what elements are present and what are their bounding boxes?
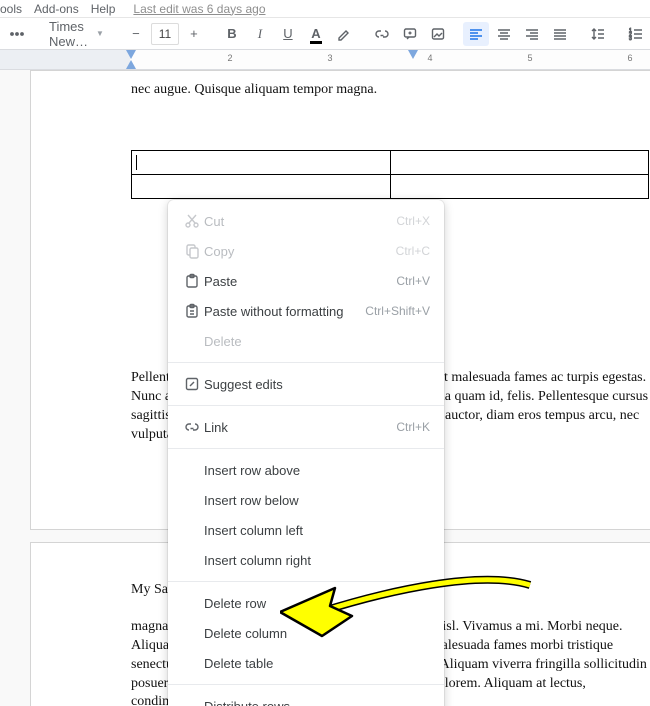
ctx-delete-row[interactable]: Delete row [168,588,444,618]
ctx-delete-column[interactable]: Delete column [168,618,444,648]
menu-bar: ools Add-ons Help Last edit was 6 days a… [0,0,650,18]
table-cell[interactable] [132,174,391,198]
align-right-button[interactable] [519,22,545,46]
ctx-delete: Delete [168,326,444,356]
more-button[interactable] [4,22,30,46]
suggest-icon [180,376,204,392]
ctx-suggest-edits[interactable]: Suggest edits [168,369,444,399]
bold-button[interactable]: B [219,22,245,46]
font-size-value[interactable]: 11 [151,23,179,45]
insert-image-button[interactable] [425,22,451,46]
text-color-button[interactable]: A [303,22,329,46]
ctx-distribute-rows[interactable]: Distribute rows [168,691,444,706]
ctx-cut: CutCtrl+X [168,206,444,236]
indent-marker-left[interactable] [126,60,136,69]
indent-marker-first-line[interactable] [126,50,136,59]
link-icon [180,419,204,435]
toolbar: Times New…▼ − 11 + B I U A 123 [0,18,650,50]
cut-icon [180,213,204,229]
align-left-button[interactable] [463,22,489,46]
font-size-dec[interactable]: − [123,22,149,46]
context-menu: CutCtrl+X CopyCtrl+C PasteCtrl+V Paste w… [168,200,444,706]
ctx-link[interactable]: LinkCtrl+K [168,412,444,442]
menu-addons[interactable]: Add-ons [34,2,79,16]
ctx-insert-col-right[interactable]: Insert column right [168,545,444,575]
highlight-button[interactable] [331,22,357,46]
table-row[interactable] [132,174,649,198]
underline-button[interactable]: U [275,22,301,46]
table-cell[interactable] [390,150,649,174]
ctx-paste[interactable]: PasteCtrl+V [168,266,444,296]
menu-help[interactable]: Help [91,2,116,16]
font-family-dropdown[interactable]: Times New…▼ [42,22,111,46]
menu-tools[interactable]: ools [0,2,22,16]
ruler: 2 3 4 5 6 [0,50,650,70]
line-spacing-button[interactable] [585,22,611,46]
paste-icon [180,273,204,289]
align-justify-button[interactable] [547,22,573,46]
add-comment-button[interactable] [397,22,423,46]
font-size-control[interactable]: − 11 + [123,22,207,46]
document-area: nec augue. Quisque aliquam tempor magna.… [0,70,650,706]
svg-text:3: 3 [629,36,632,42]
numbered-list-button[interactable]: 123 [623,22,649,46]
ctx-insert-col-left[interactable]: Insert column left [168,515,444,545]
align-center-button[interactable] [491,22,517,46]
paragraph[interactable]: nec augue. Quisque aliquam tempor magna. [131,81,649,100]
table-row[interactable] [132,150,649,174]
italic-button[interactable]: I [247,22,273,46]
table-cell[interactable] [132,150,391,174]
table[interactable] [131,150,649,199]
copy-icon [180,243,204,259]
font-size-inc[interactable]: + [181,22,207,46]
paste-plain-icon [180,303,204,319]
ctx-paste-plain[interactable]: Paste without formattingCtrl+Shift+V [168,296,444,326]
last-edit-link[interactable]: Last edit was 6 days ago [133,2,265,16]
ctx-delete-table[interactable]: Delete table [168,648,444,678]
ctx-copy: CopyCtrl+C [168,236,444,266]
table-column-marker[interactable] [408,50,418,59]
ctx-insert-row-above[interactable]: Insert row above [168,455,444,485]
table-cell[interactable] [390,174,649,198]
ctx-insert-row-below[interactable]: Insert row below [168,485,444,515]
insert-link-button[interactable] [369,22,395,46]
